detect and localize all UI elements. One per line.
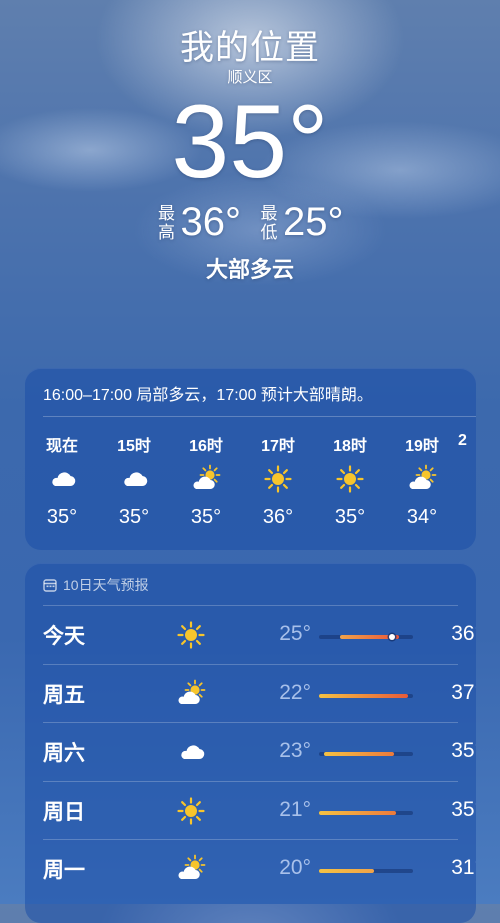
hour-temperature: 36° (262, 506, 294, 528)
day-name: 周一 (43, 859, 85, 882)
partly-sunny-icon (191, 464, 221, 494)
hour-temperature: 35° (118, 506, 150, 528)
high-low: 最高 36° 最低 25° (0, 200, 500, 245)
hour-temperature: 35° (334, 506, 366, 528)
hour-temperature: 35° (190, 506, 222, 528)
daily-row[interactable]: 周一 20° 31° (43, 839, 476, 898)
hour-label: 现在 (45, 438, 78, 455)
condition-text: 大部多云 (205, 257, 294, 282)
sun-icon (176, 620, 208, 650)
hourly-item: 2 (458, 430, 476, 540)
day-high-temp: 31° (451, 856, 476, 879)
temperature-range-bar (319, 869, 413, 873)
cloud-icon (119, 464, 149, 494)
temperature-range-bar (319, 693, 413, 698)
day-name: 周六 (43, 742, 85, 765)
hourly-forecast-card[interactable]: 16:00–17:00 局部多云，17:00 预计大部晴朗。 现在 35° 15时… (25, 368, 476, 550)
divider (43, 416, 476, 417)
sun-icon (335, 464, 365, 494)
calendar-icon (43, 579, 57, 592)
day-name: 周日 (43, 800, 85, 824)
hourly-item: 15时 35° (98, 430, 170, 540)
temperature-range-bar (319, 634, 413, 640)
low-temp-group: 最低 25° (259, 200, 344, 245)
daily-row[interactable]: 今天 25° 36° (43, 605, 476, 664)
sun-icon (176, 796, 208, 826)
temperature-range-fill (319, 810, 397, 815)
temperature-range-fill (323, 752, 395, 756)
temperature-range-fill (319, 693, 409, 698)
low-value: 25° (283, 200, 344, 244)
cloud-icon (47, 464, 77, 494)
day-low-temp: 21° (279, 797, 311, 821)
low-label: 最低 (260, 203, 278, 242)
hourly-item: 16时 35° (170, 430, 242, 540)
day-high-temp: 36° (451, 622, 476, 645)
current-temp-dot (389, 634, 396, 640)
ten-day-title: 10日天气预报 (63, 577, 149, 593)
hourly-summary: 16:00–17:00 局部多云，17:00 预计大部晴朗。 (43, 387, 373, 404)
current-temperature: 35° (171, 84, 329, 200)
hour-label: 19时 (405, 438, 439, 455)
temperature-range-fill (319, 869, 374, 873)
hour-label: 16时 (189, 438, 223, 455)
hour-temperature: 34° (406, 506, 438, 528)
daily-row[interactable]: 周六 23° 35° (43, 722, 476, 781)
partly-sunny-icon (176, 679, 208, 709)
hourly-item: 现在 35° (26, 430, 98, 540)
high-temp-group: 最高 36° (157, 200, 242, 245)
daily-row[interactable]: 周五 22° 37° (43, 663, 476, 723)
day-low-temp: 20° (279, 856, 311, 879)
temperature-range-bar (319, 810, 413, 815)
hour-label: 18时 (333, 438, 367, 455)
cloud-icon (176, 737, 208, 767)
hourly-list[interactable]: 现在 35° 15时 35° 16时 35° 17时 36° 18时 35° 19时 34° 2 (25, 430, 476, 540)
daily-row[interactable]: 周日 21° 35° (43, 780, 476, 840)
day-name: 周五 (43, 683, 85, 707)
hour-temperature: 35° (46, 506, 78, 528)
hourly-item: 18时 35° (314, 430, 386, 540)
day-name: 今天 (43, 625, 85, 648)
hour-label: 2 (458, 432, 467, 449)
day-high-temp: 35° (451, 797, 476, 821)
hour-label: 17时 (261, 438, 295, 455)
hourly-item: 19时 34° (386, 430, 458, 540)
sun-icon (263, 464, 293, 494)
high-label: 最高 (158, 203, 175, 242)
location-title: 我的位置 (180, 29, 320, 67)
day-low-temp: 23° (279, 739, 311, 762)
high-value: 36° (180, 200, 242, 244)
hourly-item: 17时 36° (242, 430, 314, 540)
day-low-temp: 25° (279, 622, 311, 645)
day-low-temp: 22° (279, 680, 311, 704)
partly-sunny-icon (407, 464, 437, 494)
partly-sunny-icon (176, 854, 208, 884)
day-high-temp: 37° (451, 680, 476, 704)
day-high-temp: 35° (451, 739, 476, 762)
ten-day-header: 10日天气预报 (43, 575, 149, 595)
hour-label: 15时 (117, 438, 151, 455)
temperature-range-bar (319, 752, 413, 756)
ten-day-forecast-card[interactable]: 10日天气预报 今天 25° 36° 周五 22° 37° 周六 23° 35° 周日 21° 3… (25, 563, 476, 923)
